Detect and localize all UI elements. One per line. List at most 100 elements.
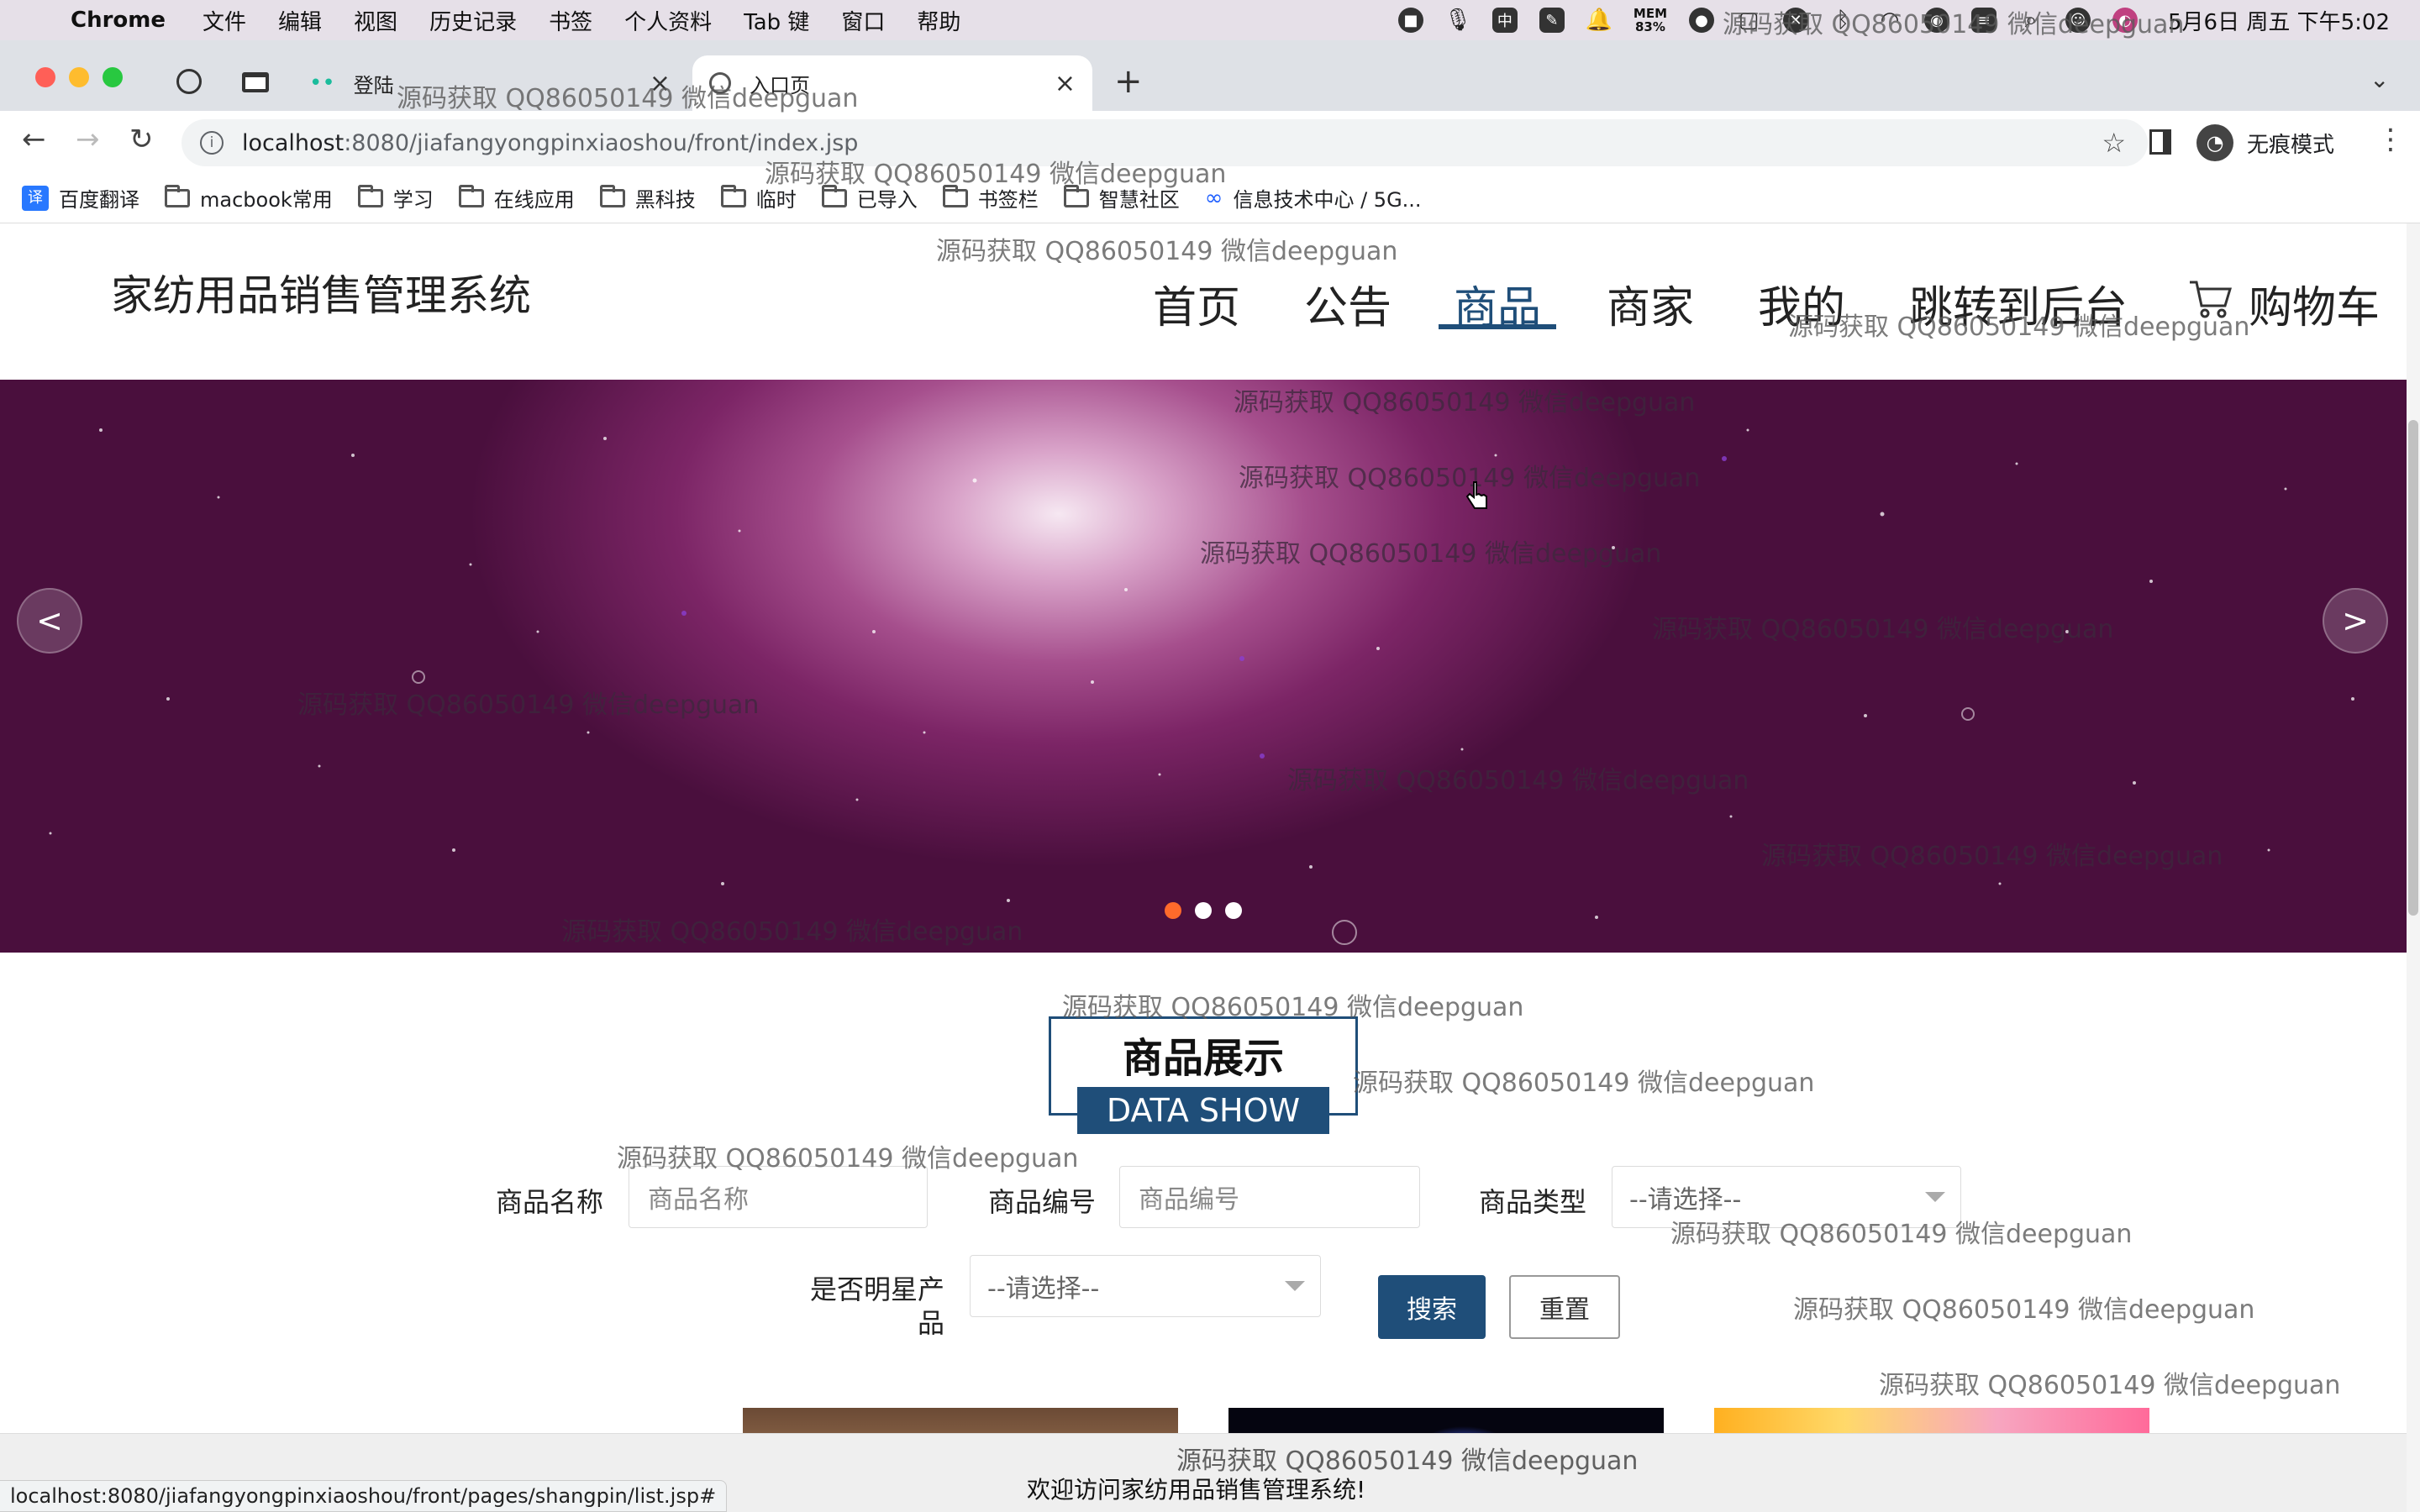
folder-icon	[458, 184, 484, 207]
tab-login[interactable]: •• 登陆 ×	[292, 55, 687, 111]
input-method-icon[interactable]: 中	[1491, 8, 1518, 33]
maximize-window-icon[interactable]	[103, 67, 123, 87]
nav-active-underline	[1439, 324, 1556, 329]
microphone-icon[interactable]: 🎙	[1444, 8, 1471, 33]
status-tray: ■ 🎙 中 ✎ 🔔 MEM 83% ● ▢ ✕ ᛒ ◠ ◉ ≡ ⌕ ☺ ◐ 5月…	[1397, 0, 2390, 40]
translate-icon: 译	[22, 185, 49, 211]
control-icon[interactable]: ◉	[1924, 8, 1949, 33]
menu-edit[interactable]: 编辑	[278, 5, 322, 36]
product-type-select[interactable]: --请选择--	[1612, 1166, 1961, 1228]
bookmark-folder-community[interactable]: 智慧社区	[1063, 183, 1180, 213]
hand-cursor-icon	[1465, 481, 1487, 509]
minimize-window-icon[interactable]	[69, 67, 89, 87]
password-icon[interactable]: ●	[1689, 8, 1714, 33]
bookmark-label: 临时	[755, 188, 797, 212]
tab-favicon-icon: ••	[309, 71, 335, 96]
product-name-input[interactable]: 商品名称	[629, 1166, 928, 1228]
tab-entry-page[interactable]: 入口页 ×	[692, 55, 1092, 111]
folder-icon	[942, 184, 968, 207]
shopping-cart-icon[interactable]	[2188, 277, 2232, 319]
chevron-down-icon	[1285, 1281, 1305, 1291]
reload-icon[interactable]: ↻	[129, 123, 154, 156]
filter-label-type: 商品类型	[1479, 1186, 1587, 1218]
siri-icon[interactable]: ◐	[2112, 8, 2138, 33]
side-panel-icon[interactable]	[2149, 129, 2171, 155]
carousel-dot-2[interactable]	[1195, 902, 1212, 919]
reset-button[interactable]: 重置	[1509, 1275, 1620, 1339]
window-icon[interactable]: ▢	[1736, 8, 1761, 33]
bookmark-it-center[interactable]: ∞ 信息技术中心 / 5G...	[1205, 183, 1422, 213]
vpn-icon[interactable]: ✕	[1783, 8, 1808, 33]
bookmark-label: 学习	[392, 188, 434, 212]
record-icon[interactable]: ■	[1397, 8, 1423, 33]
carousel-prev-button[interactable]: <	[17, 588, 82, 654]
tab-close-icon[interactable]: ×	[650, 69, 671, 98]
product-code-input[interactable]: 商品编号	[1119, 1166, 1420, 1228]
banner-carousel[interactable]	[0, 380, 2407, 953]
nav-cart[interactable]: 购物车	[2249, 272, 2380, 335]
macos-menu-bar: Chrome 文件 编辑 视图 历史记录 书签 个人资料 Tab 键 窗口 帮助…	[0, 0, 2420, 40]
carousel-dot-3[interactable]	[1225, 902, 1242, 919]
menu-app-name[interactable]: Chrome	[71, 8, 166, 33]
bookmark-folder-bar[interactable]: 书签栏	[942, 183, 1039, 213]
back-arrow-icon[interactable]: ←	[22, 123, 46, 156]
menu-help[interactable]: 帮助	[917, 5, 960, 36]
link-status-bubble: localhost:8080/jiafangyongpinxiaoshou/fr…	[0, 1480, 728, 1512]
menu-tab[interactable]: Tab 键	[744, 5, 809, 36]
menu-bookmarks[interactable]: 书签	[549, 5, 592, 36]
close-window-icon[interactable]	[35, 67, 55, 87]
incognito-icon[interactable]: ◔	[2196, 124, 2233, 161]
notes-icon[interactable]: ✎	[1539, 8, 1565, 33]
user-icon[interactable]: ☺	[2065, 8, 2091, 33]
bookmark-folder-tech[interactable]: 黑科技	[599, 183, 696, 213]
new-tab-plus-icon[interactable]: +	[1114, 62, 1143, 101]
more-menu-icon[interactable]: ⋮	[2376, 123, 2405, 156]
bookmark-label: 百度翻译	[59, 188, 139, 212]
menu-window[interactable]: 窗口	[841, 5, 885, 36]
tab-search-chevron-icon[interactable]: ⌄	[2370, 66, 2389, 93]
bookmark-folder-study[interactable]: 学习	[357, 183, 434, 213]
carousel-dot-1[interactable]	[1165, 902, 1181, 919]
product-type-value: --请选择--	[1629, 1185, 1742, 1215]
calendar-icon[interactable]: ≡	[1971, 8, 1996, 33]
memory-status[interactable]: MEM 83%	[1634, 7, 1667, 34]
tab-close-icon[interactable]: ×	[1055, 69, 1076, 98]
bookmark-label: 信息技术中心 / 5G...	[1233, 188, 1422, 212]
nav-mine[interactable]: 我的	[1758, 272, 1845, 335]
menu-file[interactable]: 文件	[203, 5, 246, 36]
bookmark-star-icon[interactable]: ☆	[2102, 127, 2126, 159]
menu-clock[interactable]: 5月6日 周五 下午5:02	[2168, 5, 2390, 36]
bookmark-baidu-fanyi[interactable]: 译百度翻译	[22, 183, 139, 213]
filter-label-name: 商品名称	[496, 1186, 604, 1218]
wifi-icon[interactable]: ◠	[1877, 8, 1902, 33]
nav-notice[interactable]: 公告	[1304, 272, 1392, 335]
star-product-value: --请选择--	[987, 1274, 1100, 1304]
bookmark-folder-imported[interactable]: 已导入	[821, 183, 918, 213]
nav-merchants[interactable]: 商家	[1607, 272, 1694, 335]
bookmark-folder-temp[interactable]: 临时	[720, 183, 797, 213]
scrollbar-thumb[interactable]	[2408, 420, 2418, 916]
search-button[interactable]: 搜索	[1378, 1275, 1486, 1339]
nav-home[interactable]: 首页	[1153, 272, 1240, 335]
nav-admin[interactable]: 跳转到后台	[1909, 272, 2128, 335]
bell-icon[interactable]: 🔔	[1586, 8, 1612, 33]
bookmark-folder-online-apps[interactable]: 在线应用	[458, 183, 575, 213]
folder-icon	[720, 184, 746, 207]
pinned-tab-window-icon[interactable]	[242, 72, 269, 92]
pinned-tab-globe-icon[interactable]	[176, 69, 202, 94]
site-info-icon[interactable]: i	[200, 131, 224, 155]
menu-history[interactable]: 历史记录	[429, 5, 517, 36]
star-product-select[interactable]: --请选择--	[970, 1255, 1321, 1317]
incognito-label[interactable]: 无痕模式	[2247, 128, 2334, 159]
folder-icon	[1063, 184, 1089, 207]
bookmark-folder-macbook[interactable]: macbook常用	[165, 183, 333, 213]
carousel-next-button[interactable]: >	[2323, 588, 2388, 654]
bookmark-label: 黑科技	[634, 188, 696, 212]
spotlight-search-icon[interactable]: ⌕	[2018, 8, 2044, 33]
address-bar[interactable]: i localhost:8080/jiafangyongpinxiaoshou/…	[182, 119, 2148, 166]
bluetooth-icon[interactable]: ᛒ	[1830, 8, 1855, 33]
menu-profiles[interactable]: 个人资料	[624, 5, 712, 36]
menu-view[interactable]: 视图	[354, 5, 397, 36]
forward-arrow-icon[interactable]: →	[76, 123, 100, 156]
bookmark-label: 智慧社区	[1098, 188, 1180, 212]
